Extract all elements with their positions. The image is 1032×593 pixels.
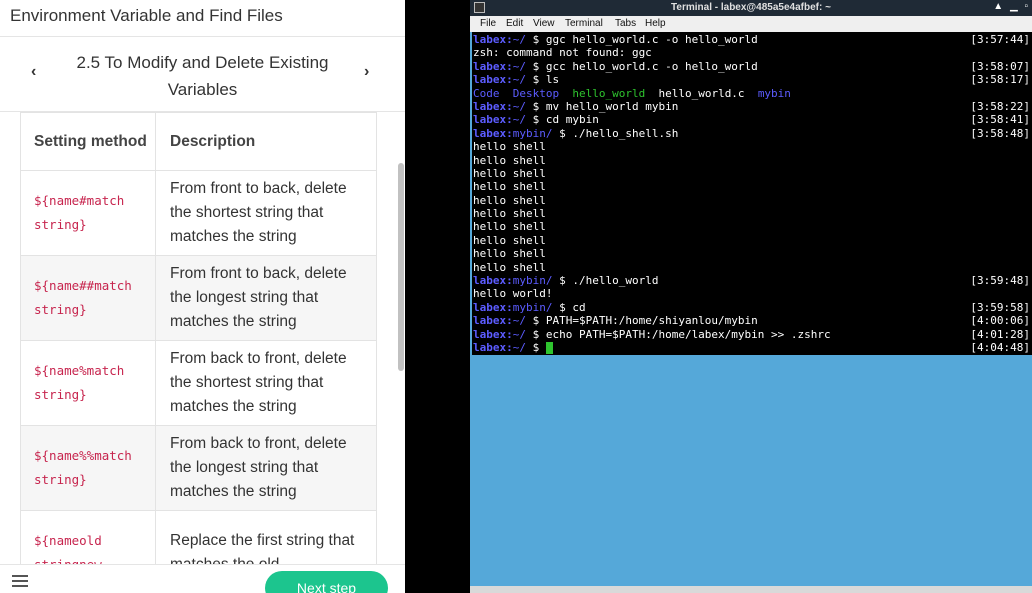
command-timestamp: [3:57:44]: [970, 33, 1030, 46]
command-timestamp: [3:58:07]: [970, 59, 1030, 73]
scrollbar-thumb[interactable]: [398, 163, 404, 371]
terminal-line: labex:mybin/ $ ./hello_shell.sh [3:58:48]: [473, 126, 1030, 140]
command-timestamp: [3:59:58]: [970, 300, 1030, 314]
terminal-line: hello shell: [473, 233, 546, 247]
window-controls[interactable]: ▲ ▁ ▫: [993, 1, 1030, 12]
table-row: ${name%%match string} From back to front…: [20, 425, 377, 511]
menu-file[interactable]: File: [480, 18, 496, 29]
terminal-line: hello shell: [473, 220, 546, 234]
method-description: From back to front, delete the shortest …: [155, 340, 377, 426]
terminal-line: hello shell: [473, 260, 546, 274]
method-code: ${nameold stringnew: [34, 533, 102, 564]
terminal-line: hello shell: [473, 153, 546, 167]
table-row: ${name##match string} From front to back…: [20, 255, 377, 341]
terminal-title: Terminal - labex@485a5e4afbef: ~: [671, 2, 831, 13]
section-nav: ‹ 2.5 To Modify and Delete Existing Vari…: [0, 36, 405, 112]
command-timestamp: [4:00:06]: [970, 314, 1030, 328]
menu-tabs[interactable]: Tabs: [615, 18, 636, 29]
methods-table-container[interactable]: Setting method Description ${name#match …: [20, 112, 377, 564]
command-timestamp: [3:59:48]: [970, 274, 1030, 288]
terminal-line: hello shell: [473, 140, 546, 154]
table-row: ${nameold stringnew Replace the first st…: [20, 510, 377, 564]
command-timestamp: [3:58:48]: [970, 126, 1030, 140]
command-timestamp: [3:58:17]: [970, 73, 1030, 87]
menu-help[interactable]: Help: [645, 18, 666, 29]
terminal-line: labex:~/ $ echo PATH=$PATH:/home/labex/m…: [473, 327, 1030, 341]
table-row: ${name#match string} From front to back,…: [20, 170, 377, 256]
terminal-line: labex:mybin/ $ cd [3:59:58]: [473, 300, 1030, 314]
command-timestamp: [4:01:28]: [970, 327, 1030, 341]
terminal-window: Terminal - labex@485a5e4afbef: ~ ▲ ▁ ▫ F…: [470, 0, 1032, 593]
section-title: 2.5 To Modify and Delete Existing Variab…: [76, 53, 329, 99]
terminal-line: labex:~/ $ cd mybin [3:58:41]: [473, 113, 1030, 127]
terminal-line: hello world!: [473, 287, 553, 301]
terminal-line: labex:~/ $ gcc hello_world.c -o hello_wo…: [473, 59, 1030, 73]
prev-section-button[interactable]: ‹: [31, 63, 36, 81]
terminal-line: labex:~/ $ ggc hello_world.c -o hello_wo…: [473, 33, 1030, 46]
header-setting-method: Setting method: [20, 112, 156, 171]
menu-edit[interactable]: Edit: [506, 18, 523, 29]
terminal-menubar: File Edit View Terminal Tabs Help: [470, 16, 1032, 32]
next-step-button[interactable]: Next step: [265, 571, 388, 593]
terminal-line: hello shell: [473, 166, 546, 180]
terminal-line: labex:~/ $ PATH=$PATH:/home/shiyanlou/my…: [473, 314, 1030, 328]
terminal-line: labex:mybin/ $ ./hello_world [3:59:48]: [473, 274, 1030, 288]
method-description: From front to back, delete the shortest …: [155, 170, 377, 256]
terminal-screen[interactable]: labex:~/ $ ggc hello_world.c -o hello_wo…: [472, 32, 1032, 355]
command-timestamp: [3:58:22]: [970, 99, 1030, 113]
method-code: ${name%match string}: [34, 363, 125, 402]
method-code: ${name##match string}: [34, 278, 132, 317]
table-row: ${name%match string} From back to front,…: [20, 340, 377, 426]
terminal-line: hello shell: [473, 193, 546, 207]
terminal-line: labex:~/ $ [4:04:48]: [473, 340, 1030, 354]
method-description: Replace the first string that matches th…: [155, 510, 377, 564]
terminal-line: Code Desktop hello_world hello_world.c m…: [473, 86, 791, 100]
command-timestamp: [4:04:48]: [970, 340, 1030, 354]
menu-terminal[interactable]: Terminal: [565, 18, 603, 29]
method-description: From back to front, delete the longest s…: [155, 425, 377, 511]
lab-panel: Environment Variable and Find Files ‹ 2.…: [0, 0, 405, 593]
terminal-line: hello shell: [473, 247, 546, 261]
terminal-line: hello shell: [473, 207, 546, 221]
header-description: Description: [155, 112, 377, 171]
next-section-button[interactable]: ›: [364, 63, 369, 81]
list-menu-icon[interactable]: [12, 575, 28, 589]
terminal-line: zsh: command not found: ggc: [473, 46, 652, 60]
methods-table: Setting method Description ${name#match …: [20, 112, 377, 564]
table-header-row: Setting method Description: [20, 112, 377, 171]
terminal-line: labex:~/ $ mv hello_world mybin [3:58:22]: [473, 99, 1030, 113]
method-code: ${name%%match string}: [34, 448, 132, 487]
terminal-bottom-bar: [470, 586, 1032, 593]
terminal-cursor: [545, 341, 553, 354]
command-timestamp: [3:58:41]: [970, 113, 1030, 127]
terminal-titlebar[interactable]: Terminal - labex@485a5e4afbef: ~ ▲ ▁ ▫: [470, 0, 1032, 16]
lab-title: Environment Variable and Find Files: [10, 6, 283, 25]
method-code: ${name#match string}: [34, 193, 125, 232]
bottom-bar: Next step: [0, 564, 405, 593]
terminal-line: labex:~/ $ ls [3:58:17]: [473, 73, 1030, 87]
menu-view[interactable]: View: [533, 18, 555, 29]
divider-gap: [405, 0, 470, 593]
terminal-line: hello shell: [473, 180, 546, 194]
method-description: From front to back, delete the longest s…: [155, 255, 377, 341]
